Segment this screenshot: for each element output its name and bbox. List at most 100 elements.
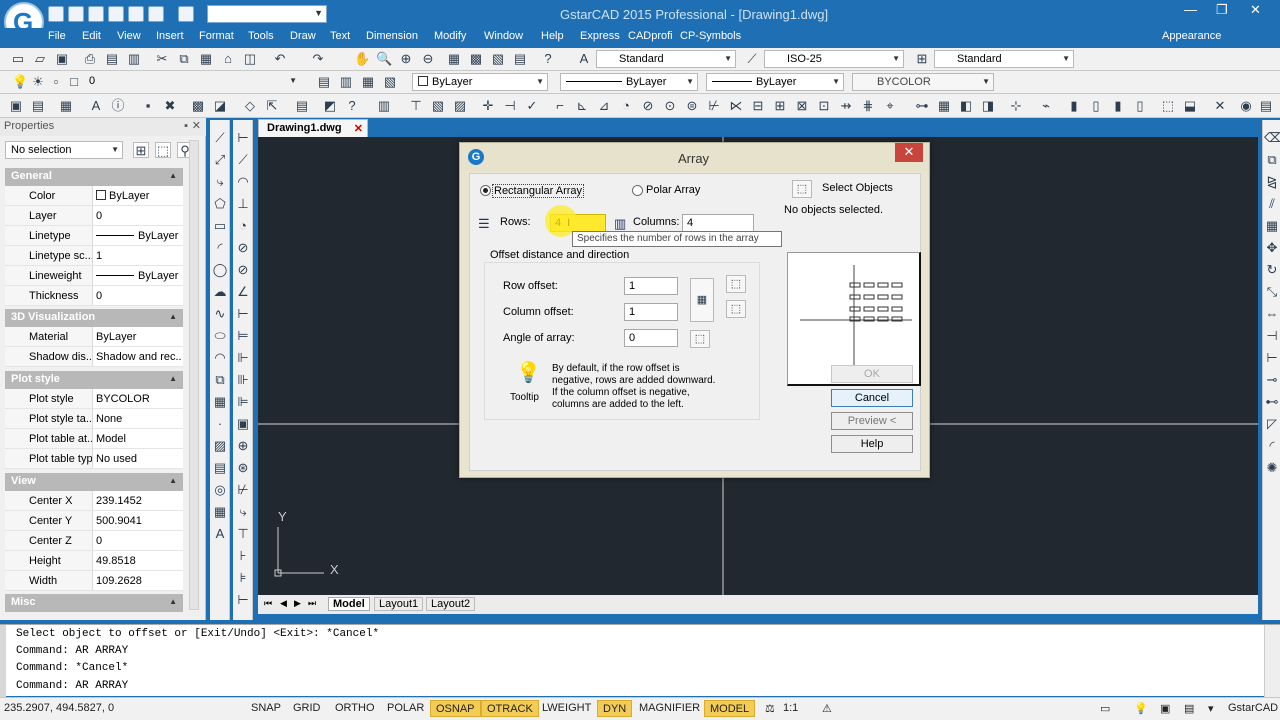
minimize-button[interactable]: — [1184, 2, 1197, 17]
last-tab-icon[interactable]: ⏭ [308, 598, 316, 609]
prop-row[interactable]: Center X 239.1452 [5, 491, 183, 511]
lightbulb-icon[interactable]: 💡 [12, 74, 28, 90]
tool-icon-1[interactable]: ▣ [8, 98, 24, 114]
close-window-button[interactable]: ✕ [1250, 2, 1261, 18]
layer-color-icon[interactable]: □ [66, 74, 82, 90]
print-icon[interactable]: ⎙ [82, 51, 98, 67]
close-palette-icon[interactable]: ✕ [192, 119, 201, 132]
paste-icon[interactable]: ▦ [198, 51, 214, 67]
join-icon[interactable]: ⊷ [1264, 394, 1280, 410]
menu-tools[interactable]: Tools [248, 30, 274, 42]
prop-row[interactable]: Thickness 0 [5, 286, 183, 306]
lock-icon[interactable]: ▫ [48, 74, 64, 90]
tool-icon-29[interactable]: ⊞ [772, 98, 788, 114]
status-menu-icon[interactable]: ▾ [1208, 702, 1214, 715]
tool-icon-39[interactable]: ⊹ [1008, 98, 1024, 114]
tool-icon-21[interactable]: ⊿ [596, 98, 612, 114]
select-objects-button[interactable]: ⬚ [792, 180, 812, 198]
zoom-previous-icon[interactable]: ⊖ [420, 51, 436, 67]
tool-icon-10[interactable]: ▤ [294, 98, 310, 114]
dim-aligned-icon[interactable]: ⟋ [235, 152, 251, 168]
tolerance-icon[interactable]: ▣ [235, 416, 251, 432]
pick-angle-button[interactable]: ⬚ [690, 330, 710, 348]
dim-break-icon[interactable]: ⊫ [235, 394, 251, 410]
menu-express[interactable]: Express [580, 30, 620, 42]
grid-toggle[interactable]: GRID [293, 702, 321, 714]
point-icon[interactable]: · [212, 416, 228, 432]
menu-view[interactable]: View [117, 30, 141, 42]
table-style-icon[interactable]: ⊞ [914, 51, 930, 67]
tool-icon-18[interactable]: ✓ [524, 98, 540, 114]
new-icon[interactable]: ▭ [10, 51, 26, 67]
pick-both-offsets-button[interactable]: ▦ [690, 278, 714, 322]
gradient-icon[interactable]: ▤ [212, 460, 228, 476]
cut-icon[interactable]: ✂ [154, 51, 170, 67]
copy-icon[interactable]: ⧉ [176, 51, 192, 67]
auto-hide-icon[interactable]: ▪ [184, 120, 188, 132]
linetype-select[interactable]: ByLayer ▼ [560, 73, 698, 91]
revcloud-icon[interactable]: ☁ [212, 284, 228, 300]
zoom-window-icon[interactable]: ⊕ [398, 51, 414, 67]
design-center-icon[interactable]: ▩ [468, 51, 484, 67]
tool-icon-36[interactable]: ▦ [936, 98, 952, 114]
dim-baseline-icon[interactable]: ⊨ [235, 328, 251, 344]
menu-file[interactable]: File [48, 30, 66, 42]
prop-row[interactable]: Width 109.2628 [5, 571, 183, 591]
tool-icon-5[interactable]: ✖ [162, 98, 178, 114]
tool-icon-33[interactable]: ⋕ [860, 98, 876, 114]
tool-icon-7[interactable]: ◪ [212, 98, 228, 114]
jogged-linear-icon[interactable]: ⊬ [235, 482, 251, 498]
layer-select[interactable]: 0 ▼ [84, 73, 300, 91]
scale-icon[interactable]: ⤡ [1264, 284, 1280, 300]
copy-object-icon[interactable]: ⧉ [1264, 152, 1280, 168]
dim-radius-icon[interactable]: ◔ [235, 218, 251, 234]
properties-icon[interactable]: ▦ [446, 51, 462, 67]
tray-settings-icon[interactable]: ▤ [1184, 702, 1194, 715]
save-icon[interactable] [88, 6, 104, 22]
tool-icon-37[interactable]: ◧ [958, 98, 974, 114]
prop-row[interactable]: Center Z0 [5, 531, 183, 551]
prop-row[interactable]: Color ByLayer [5, 186, 183, 206]
arc-icon[interactable]: ◜ [212, 240, 228, 256]
pick-row-offset-button[interactable]: ⬚ [726, 275, 746, 293]
dim-linear-icon[interactable]: ⊢ [235, 130, 251, 146]
menu-window[interactable]: Window [484, 30, 523, 42]
dialog-close-button[interactable]: ✕ [895, 143, 923, 162]
prop-row[interactable]: Material ByLayer [5, 327, 183, 347]
lineweight-select[interactable]: ByLayer ▼ [706, 73, 844, 91]
text-icon[interactable]: A [212, 526, 228, 542]
tool-icon-38[interactable]: ◨ [980, 98, 996, 114]
prop-row[interactable]: Shadow dis... Shadow and rec... [5, 347, 183, 367]
menu-edit[interactable]: Edit [82, 30, 101, 42]
prop-row[interactable]: Center Y 500.9041 [5, 511, 183, 531]
rectangle-icon[interactable]: ▭ [212, 218, 228, 234]
tool-icon-48[interactable]: ◉ [1238, 98, 1254, 114]
pick-column-offset-button[interactable]: ⬚ [726, 300, 746, 318]
save-as-icon[interactable] [108, 6, 124, 22]
annotation-scale[interactable]: 1:1 [783, 702, 798, 714]
redo-icon[interactable]: ↷ [310, 51, 326, 67]
undo-icon[interactable] [148, 6, 164, 22]
region-icon[interactable]: ◎ [212, 482, 228, 498]
menu-dimension[interactable]: Dimension [366, 30, 418, 42]
rectangular-array-label[interactable]: Rectangular Array [492, 184, 585, 198]
rectangular-array-radio[interactable] [480, 185, 491, 196]
publish-icon[interactable]: ▥ [126, 51, 142, 67]
ellipse-arc-icon[interactable]: ◠ [212, 350, 228, 366]
tool-icon-2[interactable]: ▤ [30, 98, 46, 114]
table-style-select[interactable]: Standard ▼ [934, 50, 1074, 68]
dim-diameter-icon[interactable]: ⊘ [235, 262, 251, 278]
info-icon[interactable]: ⓘ [110, 98, 126, 114]
line-icon[interactable]: ⟋ [212, 130, 228, 146]
lock-icon[interactable]: ▭ [1100, 702, 1110, 715]
tool-icon-25[interactable]: ⊜ [684, 98, 700, 114]
center-mark-icon[interactable]: ⊕ [235, 438, 251, 454]
tool-icon-46[interactable]: ⬓ [1182, 98, 1198, 114]
tab-layout2[interactable]: Layout2 [426, 597, 476, 611]
appearance-menu[interactable]: Appearance [1162, 30, 1221, 42]
tool-icon-35[interactable]: ⊶ [914, 98, 930, 114]
dim-edit-icon[interactable]: ⤷ [235, 504, 251, 520]
redo-icon[interactable] [178, 6, 194, 22]
tool-icon-49[interactable]: ▤ [1258, 98, 1274, 114]
erase-icon[interactable]: ⌫ [1264, 130, 1280, 146]
